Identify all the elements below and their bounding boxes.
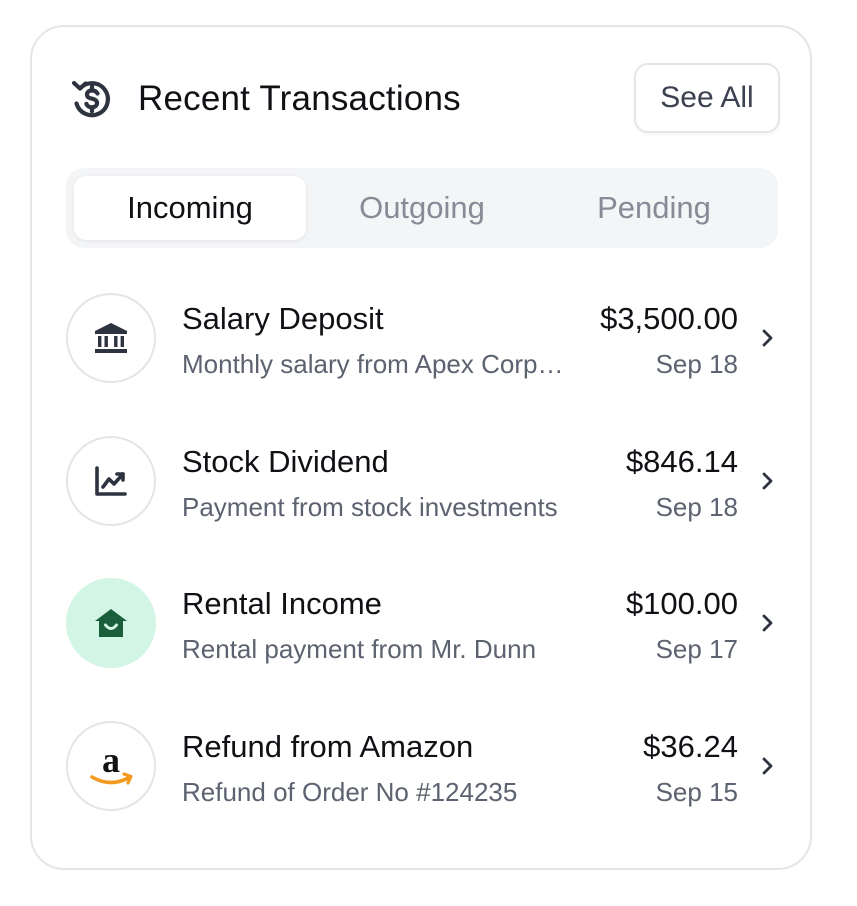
transaction-amount: $100.00 bbox=[625, 586, 738, 621]
amazon-logo-icon: a bbox=[90, 742, 133, 785]
transaction-row[interactable]: Salary Deposit Monthly salary from Apex … bbox=[66, 293, 778, 436]
transaction-date: Sep 18 bbox=[655, 349, 738, 379]
transaction-date: Sep 18 bbox=[655, 491, 738, 522]
transaction-amount: $846.14 bbox=[625, 443, 738, 479]
bank-icon bbox=[95, 323, 127, 353]
transaction-description: Refund of Order No #124235 bbox=[182, 776, 518, 807]
chart-up-icon bbox=[95, 465, 127, 496]
transaction-description: Monthly salary from Apex Corporation bbox=[182, 349, 567, 379]
transaction-row[interactable]: Stock Dividend Payment from stock invest… bbox=[66, 435, 780, 579]
transaction-amount: $36.24 bbox=[643, 728, 738, 764]
transaction-title: Refund from Amazon bbox=[182, 728, 474, 764]
tab-outgoing[interactable]: Outgoing bbox=[306, 176, 538, 240]
recent-transactions-card: Recent Transactions See All Incoming Out… bbox=[30, 25, 812, 870]
see-all-button[interactable]: See All bbox=[634, 63, 780, 133]
transaction-title: Rental Income bbox=[182, 586, 382, 621]
chevron-right-icon[interactable] bbox=[754, 753, 780, 779]
tab-pending[interactable]: Pending bbox=[538, 176, 770, 240]
chevron-right-icon[interactable] bbox=[754, 468, 780, 494]
transaction-avatar bbox=[66, 578, 156, 668]
card-title: Recent Transactions bbox=[138, 79, 461, 118]
card-header: Recent Transactions See All bbox=[68, 63, 780, 133]
transaction-date: Sep 17 bbox=[655, 634, 738, 664]
house-icon bbox=[95, 609, 127, 637]
transaction-avatar bbox=[66, 293, 156, 383]
chevron-right-icon[interactable] bbox=[754, 610, 780, 636]
chevron-right-icon[interactable] bbox=[754, 325, 780, 351]
transaction-row[interactable]: Rental Income Rental payment from Mr. Du… bbox=[66, 578, 778, 721]
transaction-description: Rental payment from Mr. Dunn bbox=[182, 634, 537, 664]
transaction-avatar bbox=[66, 435, 156, 526]
transaction-avatar: a bbox=[66, 720, 156, 811]
transaction-title: Salary Deposit bbox=[182, 301, 384, 336]
tab-incoming[interactable]: Incoming bbox=[74, 176, 306, 240]
transaction-list: Salary Deposit Monthly salary from Apex … bbox=[66, 293, 778, 863]
transaction-type-tabs: Incoming Outgoing Pending bbox=[66, 168, 778, 248]
transaction-title: Stock Dividend bbox=[182, 443, 389, 479]
transaction-date: Sep 15 bbox=[655, 776, 738, 807]
transaction-row[interactable]: a Refund from Amazon Refund of Order No … bbox=[66, 720, 780, 864]
transaction-amount: $3,500.00 bbox=[600, 301, 738, 336]
svg-text:a: a bbox=[102, 742, 120, 780]
transaction-description: Payment from stock investments bbox=[182, 491, 558, 522]
dollar-refresh-icon bbox=[71, 80, 110, 118]
